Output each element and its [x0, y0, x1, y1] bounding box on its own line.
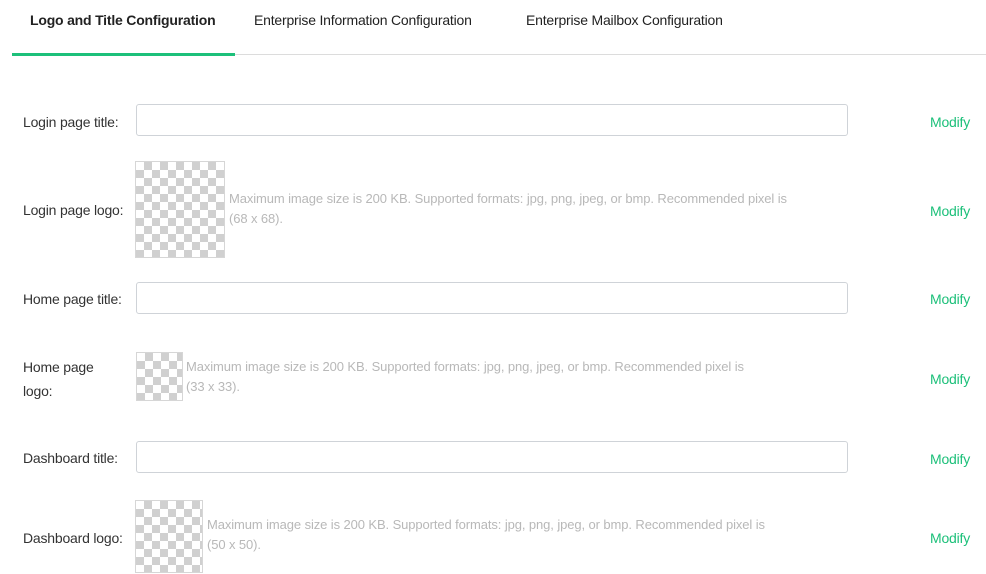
tab-logo-and-title[interactable]: Logo and Title Configuration — [30, 12, 216, 28]
home-page-logo-label: Home page logo: — [23, 355, 94, 403]
tab-enterprise-mailbox[interactable]: Enterprise Mailbox Configuration — [526, 12, 723, 28]
home-page-logo-modify-button[interactable]: Modify — [930, 371, 970, 387]
login-page-logo-hint-line2: (68 x 68). — [229, 211, 283, 226]
dashboard-title-input[interactable] — [136, 441, 848, 473]
dashboard-logo-hint: Maximum image size is 200 KB. Supported … — [207, 515, 765, 555]
dashboard-title-modify-button[interactable]: Modify — [930, 451, 970, 467]
login-page-logo-hint-line1: Maximum image size is 200 KB. Supported … — [229, 191, 787, 206]
login-page-logo-hint: Maximum image size is 200 KB. Supported … — [229, 189, 787, 229]
home-page-title-input[interactable] — [136, 282, 848, 314]
dashboard-logo-modify-button[interactable]: Modify — [930, 530, 970, 546]
login-page-logo-placeholder-icon[interactable] — [135, 161, 225, 258]
login-page-title-input[interactable] — [136, 104, 848, 136]
dashboard-title-label: Dashboard title: — [23, 450, 118, 466]
login-page-logo-label: Login page logo: — [23, 202, 124, 218]
login-page-logo-modify-button[interactable]: Modify — [930, 203, 970, 219]
home-page-logo-placeholder-icon[interactable] — [136, 352, 183, 401]
dashboard-logo-hint-line2: (50 x 50). — [207, 537, 261, 552]
home-page-logo-hint: Maximum image size is 200 KB. Supported … — [186, 357, 744, 397]
home-page-logo-hint-line1: Maximum image size is 200 KB. Supported … — [186, 359, 744, 374]
home-page-logo-hint-line2: (33 x 33). — [186, 379, 240, 394]
tab-enterprise-information[interactable]: Enterprise Information Configuration — [254, 12, 472, 28]
login-page-title-modify-button[interactable]: Modify — [930, 114, 970, 130]
home-page-logo-label-line2: logo: — [23, 383, 53, 399]
home-page-title-modify-button[interactable]: Modify — [930, 291, 970, 307]
home-page-logo-label-line1: Home page — [23, 359, 94, 375]
dashboard-logo-hint-line1: Maximum image size is 200 KB. Supported … — [207, 517, 765, 532]
login-page-title-label: Login page title: — [23, 114, 119, 130]
dashboard-logo-label: Dashboard logo: — [23, 530, 123, 546]
dashboard-logo-placeholder-icon[interactable] — [135, 500, 203, 573]
active-tab-indicator — [12, 53, 235, 56]
config-tabs: Logo and Title Configuration Enterprise … — [0, 0, 986, 56]
home-page-title-label: Home page title: — [23, 291, 122, 307]
